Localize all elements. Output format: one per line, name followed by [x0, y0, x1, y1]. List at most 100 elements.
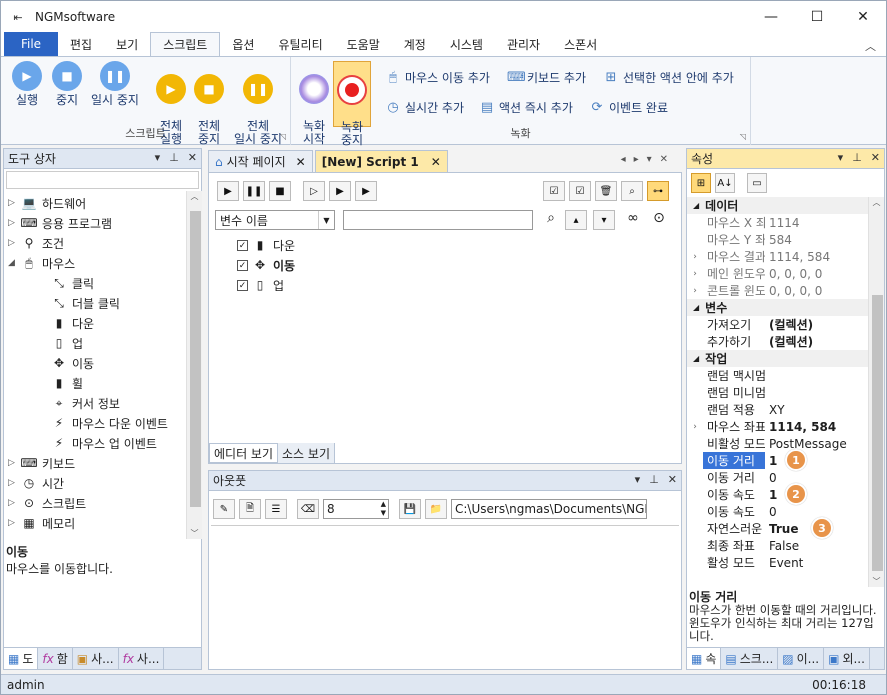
property-row[interactable]: 이동 거리 0: [687, 469, 868, 486]
step-icon[interactable]: ▷: [303, 181, 325, 201]
output-path-field[interactable]: C:\Users\ngmas\Documents\NGM6\: [451, 499, 647, 519]
property-value[interactable]: True: [765, 522, 798, 536]
expand-arrow-icon[interactable]: ▷: [8, 478, 20, 488]
property-category[interactable]: ◢ 변수: [687, 299, 868, 316]
property-row[interactable]: 이동 거리 1: [687, 452, 868, 469]
checkbox[interactable]: ✓: [237, 239, 248, 251]
property-value[interactable]: (컬렉션): [765, 333, 813, 350]
folder-icon[interactable]: 📁: [425, 499, 447, 519]
toolbox-search-input[interactable]: [6, 171, 199, 189]
collapse-arrow-icon[interactable]: ◢: [693, 303, 699, 312]
expand-arrow-icon[interactable]: ▷: [8, 518, 20, 528]
property-value[interactable]: 1114: [765, 216, 800, 230]
properties-tab[interactable]: ▦ 속: [687, 648, 722, 669]
property-value[interactable]: Event: [765, 556, 803, 570]
step-into-icon[interactable]: ▶: [329, 181, 351, 201]
property-row[interactable]: › 마우스 결과 1114, 584: [687, 248, 868, 265]
script-explorer-tab[interactable]: ▤ 스크...: [721, 648, 779, 669]
toolbox-tab-tools[interactable]: ▦ 도: [4, 648, 39, 669]
action-item[interactable]: ✓ ▯ 업: [237, 275, 295, 295]
scroll-down-icon[interactable]: ﹀: [187, 528, 202, 539]
tab-admin[interactable]: 관리자: [495, 33, 552, 56]
expand-arrow-icon[interactable]: ▷: [8, 218, 20, 228]
delete-icon[interactable]: 🗑: [595, 181, 617, 201]
tab-editor-view[interactable]: 에디터 보기: [209, 443, 279, 463]
pause-icon[interactable]: ❚❚: [243, 181, 265, 201]
toolbox-tab-users2[interactable]: fx 사...: [119, 648, 165, 669]
add-mouse-move-button[interactable]: 🖱 마우스 이동 추가: [385, 69, 490, 86]
toolbox-item[interactable]: ▷ ⊙ 스크립트: [8, 493, 188, 513]
expand-arrow-icon[interactable]: ›: [687, 252, 703, 262]
tab-source-view[interactable]: 소스 보기: [278, 443, 335, 463]
toolbox-item[interactable]: ⚡ 마우스 업 이벤트: [8, 433, 188, 453]
tab-script-1[interactable]: [New] Script 1 ✕: [314, 150, 448, 172]
add-realtime-button[interactable]: ◷ 실시간 추가: [385, 99, 464, 116]
property-row[interactable]: 랜덤 미니멈: [687, 384, 868, 401]
toolbox-tab-functions[interactable]: fx 함: [38, 648, 73, 669]
tab-start-page[interactable]: ⌂ 시작 페이지 ✕: [208, 150, 313, 172]
property-value[interactable]: 584: [765, 233, 792, 247]
tree-view-icon[interactable]: ⊶: [647, 181, 669, 201]
property-row[interactable]: › 콘트롤 윈도 0, 0, 0, 0: [687, 282, 868, 299]
tab-close-icon[interactable]: ✕: [296, 155, 306, 169]
properties-scrollbar[interactable]: ︿ ﹀: [868, 197, 884, 587]
sort-az-icon[interactable]: A↓: [715, 173, 735, 193]
property-value[interactable]: False: [765, 539, 799, 553]
property-row[interactable]: 추가하기 (컬렉션): [687, 333, 868, 350]
action-item[interactable]: ✓ ✥ 이동: [237, 255, 295, 275]
save-icon[interactable]: 💾: [399, 499, 421, 519]
add-keyboard-button[interactable]: ⌨ 키보드 추가: [507, 69, 586, 86]
script-group-launcher-icon[interactable]: ◹: [280, 132, 286, 141]
close-button[interactable]: ✕: [840, 1, 886, 33]
expand-arrow-icon[interactable]: ▷: [8, 458, 20, 468]
property-row[interactable]: 비활성 모드 PostMessage: [687, 435, 868, 452]
ribbon-collapse-icon[interactable]: ︿: [865, 38, 876, 54]
minimize-button[interactable]: —: [748, 1, 794, 33]
search-icon[interactable]: ⌕: [621, 181, 643, 201]
property-row[interactable]: 가져오기 (컬렉션): [687, 316, 868, 333]
property-row[interactable]: 랜덤 적용 XY: [687, 401, 868, 418]
toolbox-item[interactable]: ▮ 다운: [8, 313, 188, 333]
run-button[interactable]: ▶ 실행: [7, 61, 47, 107]
expand-arrow-icon[interactable]: ▷: [8, 498, 20, 508]
panel-menu-icon[interactable]: ▾: [155, 151, 161, 164]
property-value[interactable]: 1114, 584: [765, 420, 836, 434]
list-icon[interactable]: ☰: [265, 499, 287, 519]
property-row[interactable]: › 메인 윈도우 0, 0, 0, 0: [687, 265, 868, 282]
toolbox-scroll-thumb[interactable]: [190, 211, 201, 507]
pin-icon[interactable]: ⊥: [169, 151, 179, 164]
categorized-icon[interactable]: ⊞: [691, 173, 711, 193]
variable-search-input[interactable]: [343, 210, 533, 230]
clear-icon[interactable]: ✎: [213, 499, 235, 519]
toolbox-item[interactable]: ▯ 업: [8, 333, 188, 353]
collapse-arrow-icon[interactable]: ◢: [693, 201, 699, 210]
panel-close-icon[interactable]: ✕: [871, 151, 880, 164]
infinity-icon[interactable]: ∞: [621, 210, 645, 230]
property-row[interactable]: 랜덤 맥시멈: [687, 367, 868, 384]
check-icon[interactable]: ☑: [569, 181, 591, 201]
record-stop-button[interactable]: 녹화 중지: [333, 61, 371, 147]
tab-file[interactable]: File: [4, 32, 58, 56]
play-icon[interactable]: ▶: [217, 181, 239, 201]
up-icon[interactable]: ▴: [565, 210, 587, 230]
toolbox-item[interactable]: ▷ ⌨ 응용 프로그램: [8, 213, 188, 233]
toolbox-item[interactable]: ▮ 휠: [8, 373, 188, 393]
toolbox-item[interactable]: ◢ 🖱 마우스: [8, 253, 188, 273]
pin-icon[interactable]: ⊥: [852, 151, 862, 164]
property-value[interactable]: XY: [765, 403, 785, 417]
add-action-now-button[interactable]: ▤ 액션 즉시 추가: [479, 99, 573, 116]
pause-button[interactable]: ❚❚ 일시 중지: [87, 61, 143, 107]
property-row[interactable]: 마우스 Y 좌 584: [687, 231, 868, 248]
property-category[interactable]: ◢ 작업: [687, 350, 868, 367]
toolbox-item[interactable]: ⚡ 마우스 다운 이벤트: [8, 413, 188, 433]
check-all-icon[interactable]: ☑: [543, 181, 565, 201]
property-row[interactable]: 이동 속도 0: [687, 503, 868, 520]
pin-icon[interactable]: ⊥: [649, 473, 659, 486]
property-value[interactable]: 1: [765, 454, 777, 468]
tab-system[interactable]: 시스템: [438, 33, 495, 56]
more-icon[interactable]: ⊙: [647, 210, 671, 230]
tab-nav-icons[interactable]: ◂▸▾✕: [621, 154, 676, 165]
property-value[interactable]: (컬렉션): [765, 316, 813, 333]
property-row[interactable]: 자연스러운 True: [687, 520, 868, 537]
tab-view[interactable]: 보기: [104, 33, 150, 56]
